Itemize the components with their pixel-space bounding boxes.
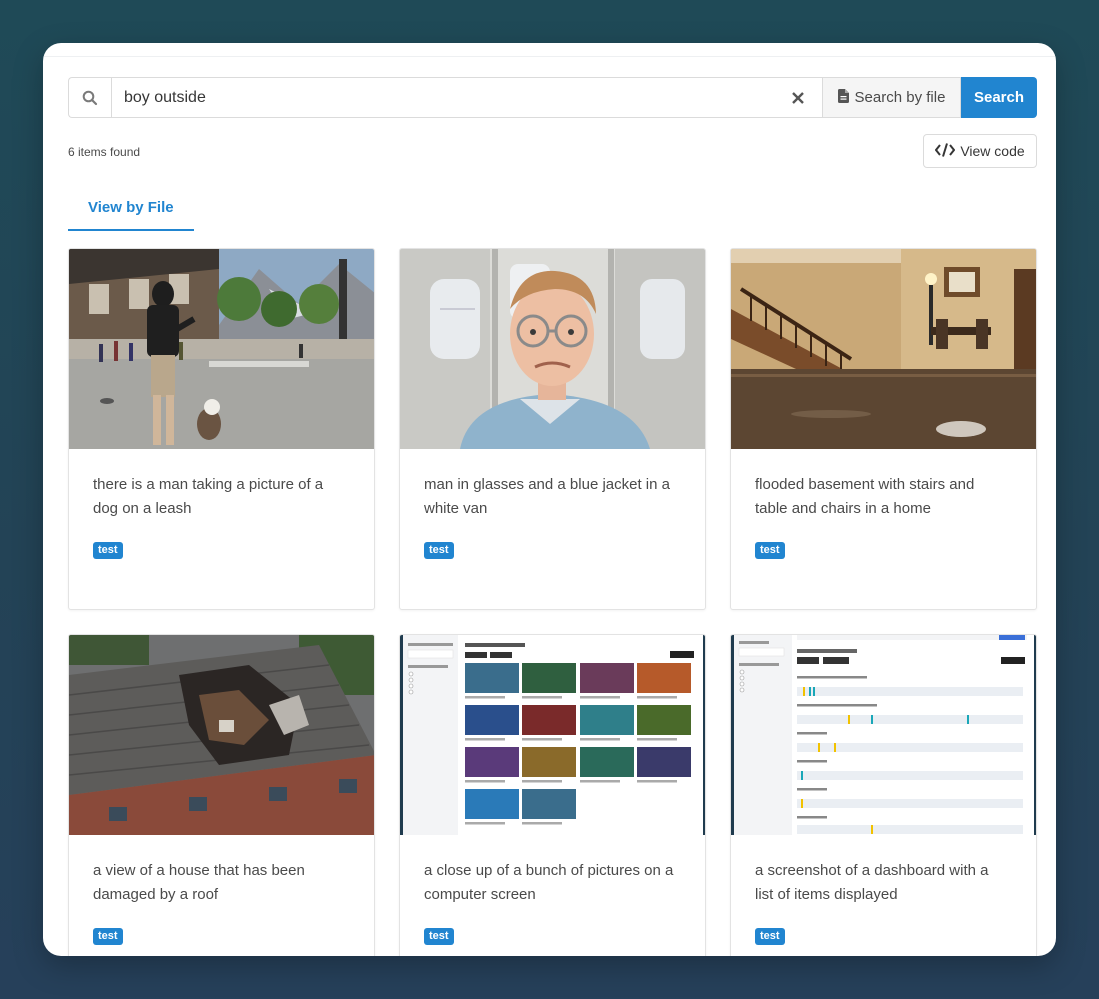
screenshot-dashboard-image [731,635,1036,835]
code-icon [935,142,956,160]
mini-caption-line [522,822,562,825]
view-code-label: View code [960,143,1025,159]
tag-badge[interactable]: test [93,928,123,945]
man-in-van-image [400,249,705,449]
card-caption: flooded basement with stairs and table a… [755,476,975,517]
view-code-button[interactable]: View code [923,134,1037,168]
tag-badge[interactable]: test [424,928,454,945]
card-caption: there is a man taking a picture of a dog… [93,476,324,517]
card-caption: man in glasses and a blue jacket in a wh… [424,476,670,517]
mini-thumbnail [465,663,519,693]
tag-badge[interactable]: test [755,542,785,559]
damaged-roof-image [69,635,374,835]
mini-caption-line [580,780,620,783]
divider [43,56,1056,57]
search-button[interactable]: Search [961,77,1037,118]
mini-thumbnail [522,705,576,735]
search-by-file-button[interactable]: Search by file [823,77,961,118]
screenshot-grid-image [400,635,705,835]
tag-badge[interactable]: test [93,542,123,559]
mini-caption-line [637,738,677,741]
mini-thumbnail [522,663,576,693]
mini-caption-line [580,738,620,741]
mini-caption-line [465,738,505,741]
mini-thumbnail [637,747,691,777]
result-card[interactable]: there is a man taking a picture of a dog… [68,248,375,610]
mini-thumbnail [637,663,691,693]
mini-thumbnail [580,705,634,735]
mini-thumbnail [465,789,519,819]
clear-icon[interactable] [788,88,808,108]
mini-caption-line [522,696,562,699]
result-card[interactable]: a close up of a bunch of pictures on a c… [399,634,706,956]
mini-thumbnail [580,747,634,777]
result-card[interactable]: a screenshot of a dashboard with a list … [730,634,1037,956]
tag-badge[interactable]: test [424,542,454,559]
mini-caption-line [465,696,505,699]
app-window: Search by file Search 6 items found View… [43,43,1056,956]
mini-thumbnail [580,663,634,693]
thumbnail-grid [465,663,691,825]
tab-bar: View by File [68,188,194,231]
mini-caption-line [580,696,620,699]
result-card[interactable]: flooded basement with stairs and table a… [730,248,1037,610]
result-card[interactable]: man in glasses and a blue jacket in a wh… [399,248,706,610]
card-caption: a screenshot of a dashboard with a list … [755,862,989,903]
mini-caption-line [465,822,505,825]
mini-caption-line [465,780,505,783]
flooded-basement-image [731,249,1036,449]
results-count: 6 items found [68,145,141,159]
mini-caption-line [637,780,677,783]
search-icon [68,77,111,118]
mini-thumbnail [465,747,519,777]
search-bar: Search by file Search [68,77,1037,118]
search-field [111,77,823,118]
tag-badge[interactable]: test [755,928,785,945]
street-man-dog-image [69,249,374,449]
mini-caption-line [522,780,562,783]
mini-caption-line [522,738,562,741]
mini-thumbnail [522,747,576,777]
mini-thumbnail [637,705,691,735]
card-caption: a close up of a bunch of pictures on a c… [424,862,674,903]
card-caption: a view of a house that has been damaged … [93,862,305,903]
search-input[interactable] [124,88,764,107]
result-card[interactable]: a view of a house that has been damaged … [68,634,375,956]
search-by-file-label: Search by file [854,89,946,106]
mini-thumbnail [465,705,519,735]
mini-thumbnail [522,789,576,819]
mini-caption-line [637,696,677,699]
file-icon [837,88,849,107]
tab-view-by-file[interactable]: View by File [68,188,194,231]
